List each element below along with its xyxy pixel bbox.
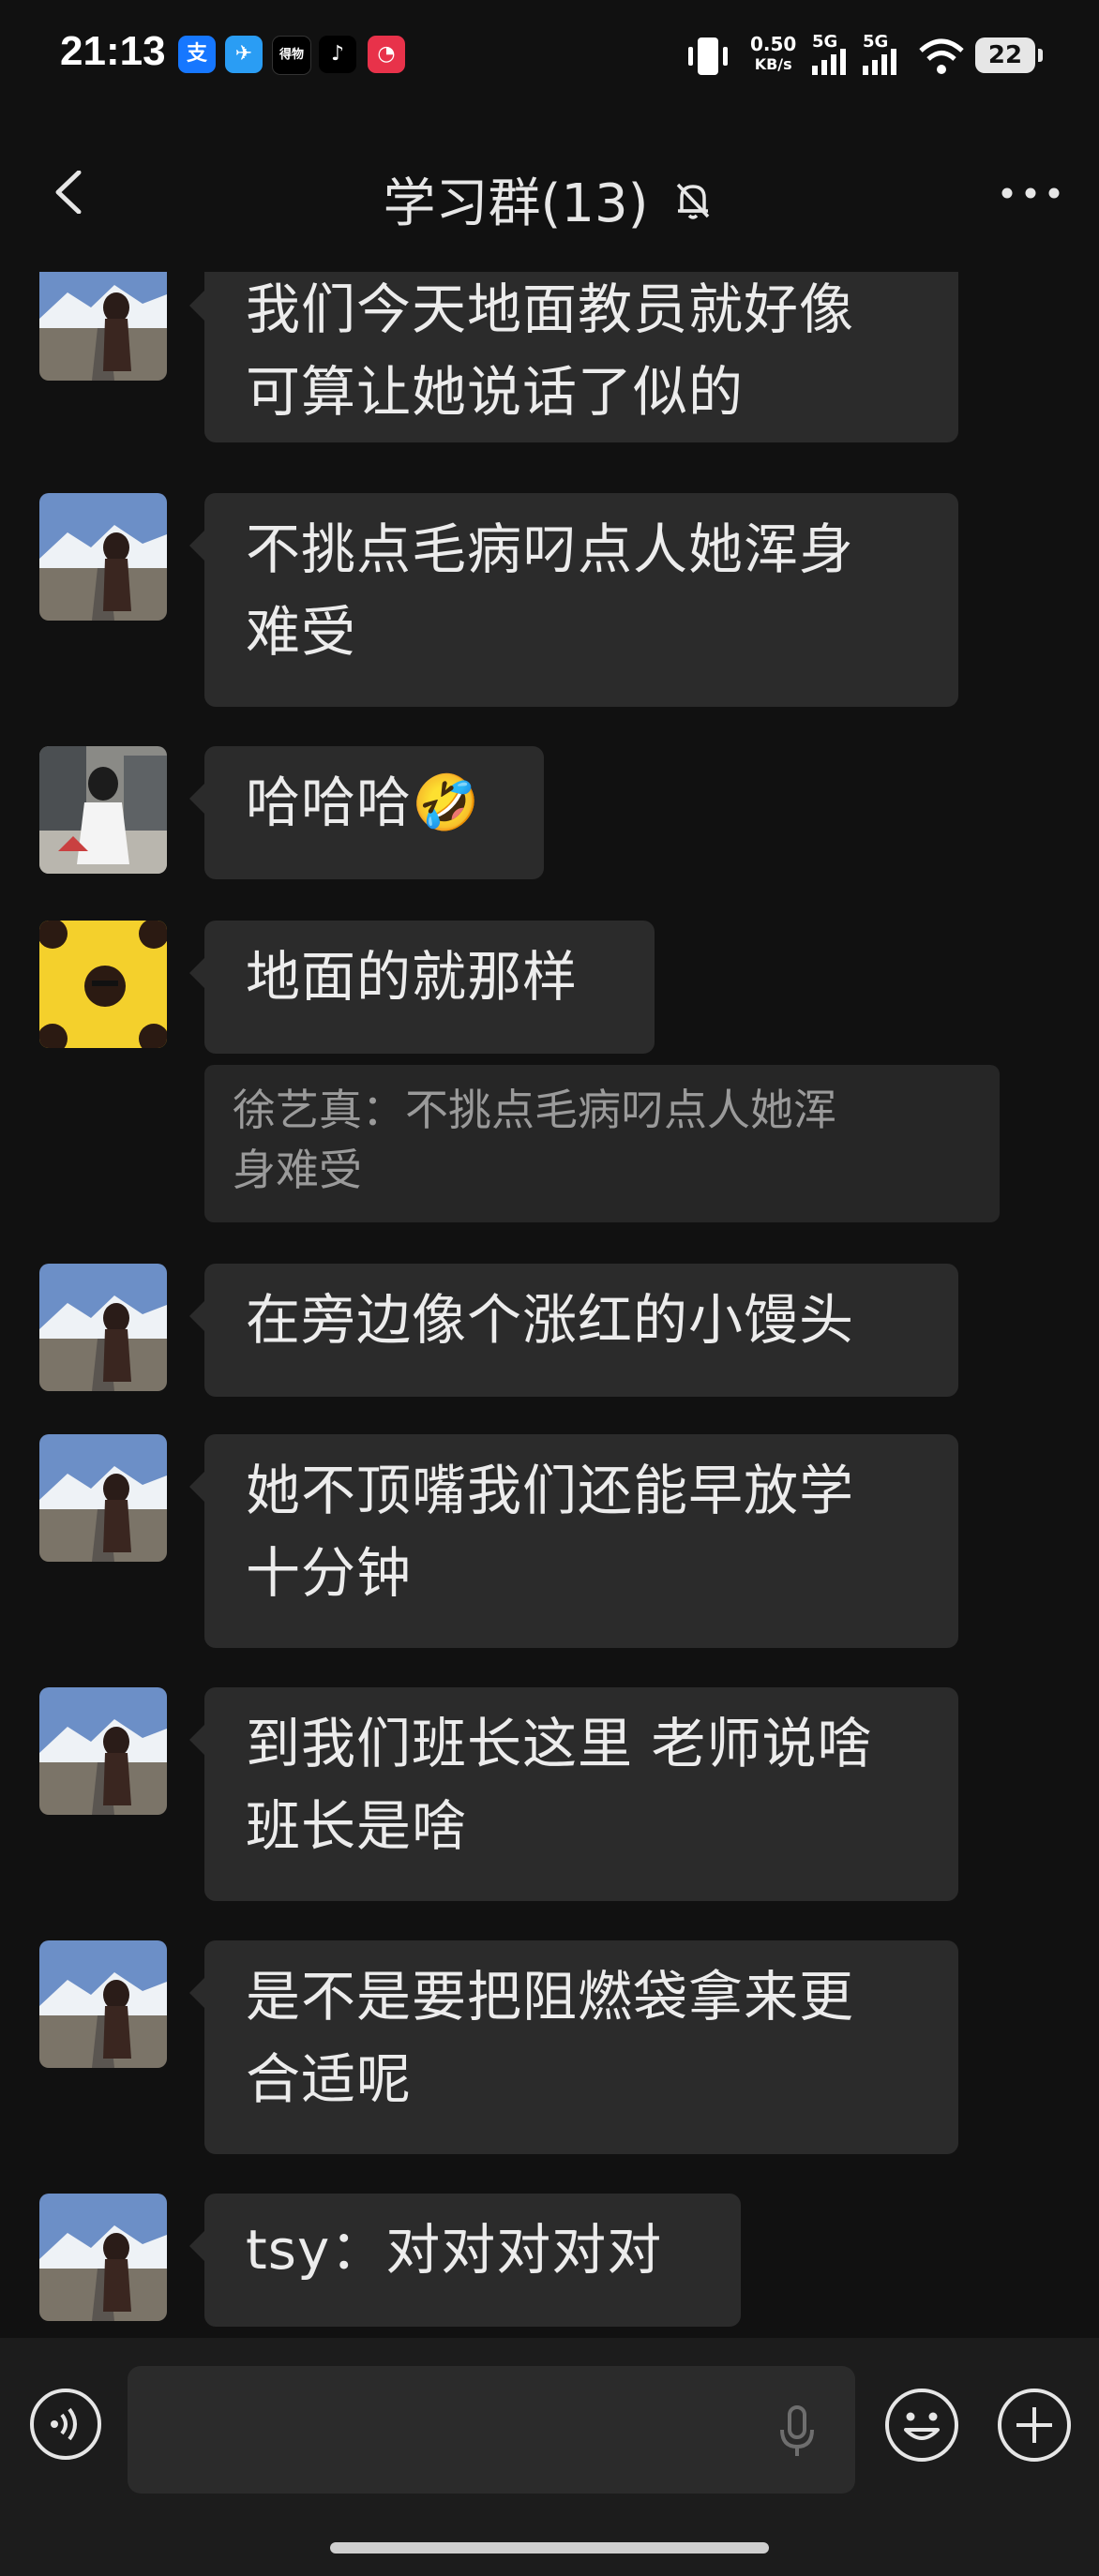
- emoji-icon[interactable]: [883, 2387, 960, 2464]
- message-bubble[interactable]: 到我们班长这里 老师说啥 班长是啥: [189, 1687, 958, 1901]
- avatar[interactable]: [39, 1687, 167, 1815]
- message-text-line: 在旁边像个涨红的小馒头: [246, 1288, 855, 1352]
- alipay-icon: 支: [178, 36, 216, 73]
- network-speed: 0.50 KB/s: [750, 34, 796, 75]
- signal-icon: [812, 49, 846, 75]
- message-text-line: 地面的就那样: [246, 945, 579, 1009]
- avatar[interactable]: [39, 2194, 167, 2321]
- message-text-line: 不挑点毛病叼点人她浑身: [246, 517, 855, 581]
- message-text-line: 十分钟: [246, 1541, 413, 1605]
- avatar[interactable]: [39, 1940, 167, 2068]
- avatar[interactable]: [39, 272, 167, 381]
- message-text-line: 哈哈哈🤣: [246, 771, 481, 834]
- message-text-line: 是不是要把阻燃袋拿来更: [246, 1965, 855, 2029]
- app-icon-red: ◔: [368, 36, 405, 73]
- home-indicator[interactable]: [330, 2542, 769, 2554]
- message-text-line: 我们今天地面教员就好像: [246, 277, 855, 341]
- message-text-line: 难受: [246, 600, 357, 664]
- avatar[interactable]: [39, 921, 167, 1048]
- tiktok-icon: ♪: [319, 36, 356, 73]
- status-bar: 21:13 支 ✈ 得物 ♪ ◔ 0.50 KB/s 5G 5G 22: [0, 0, 1099, 112]
- signal-icon-2: [863, 49, 896, 75]
- microphone-icon[interactable]: [776, 2405, 818, 2458]
- plus-icon[interactable]: [996, 2387, 1073, 2464]
- avatar[interactable]: [39, 1434, 167, 1562]
- quoted-reply[interactable]: 徐艺真：不挑点毛病叼点人她浑 身难受: [204, 1065, 1000, 1222]
- network-speed-value: 0.50: [750, 33, 797, 55]
- message-text-line: 班长是啥: [246, 1794, 468, 1858]
- message-text-line: tsy：对对对对对: [246, 2218, 663, 2282]
- avatar[interactable]: [39, 493, 167, 621]
- chat-title-row: 学习群(13): [0, 161, 1099, 237]
- status-time: 21:13: [60, 28, 166, 74]
- bird-app-icon: ✈: [225, 36, 263, 73]
- message-bubble[interactable]: 不挑点毛病叼点人她浑身 难受: [189, 493, 958, 707]
- message-list[interactable]: 我们今天地面教员就好像 可算让她说话了似的 不挑点毛病叼点人她浑身 难受 哈哈哈…: [0, 272, 1099, 2334]
- chat-title[interactable]: 学习群(13): [384, 161, 649, 237]
- message-text-line: 她不顶嘴我们还能早放学: [246, 1459, 855, 1522]
- message-bubble[interactable]: 她不顶嘴我们还能早放学 十分钟: [189, 1434, 958, 1648]
- bell-off-icon: [677, 183, 710, 219]
- message-input[interactable]: [128, 2366, 855, 2494]
- quote-text-line: 徐艺真：不挑点毛病叼点人她浑: [233, 1085, 836, 1135]
- avatar[interactable]: [39, 1264, 167, 1391]
- message-text-line: 合适呢: [246, 2047, 413, 2111]
- message-bubble[interactable]: 我们今天地面教员就好像 可算让她说话了似的: [189, 272, 958, 442]
- message-bubble[interactable]: tsy：对对对对对: [189, 2194, 741, 2327]
- input-bar: [0, 2338, 1099, 2576]
- message-text-line: 可算让她说话了似的: [246, 360, 745, 424]
- wifi-icon: [919, 38, 964, 74]
- message-bubble[interactable]: 在旁边像个涨红的小馒头: [189, 1264, 958, 1397]
- network-speed-unit: KB/s: [754, 55, 792, 73]
- avatar[interactable]: [39, 746, 167, 874]
- more-dots-icon[interactable]: [1000, 186, 1061, 201]
- message-bubble[interactable]: 是不是要把阻燃袋拿来更 合适呢: [189, 1940, 958, 2154]
- message-text-line: 到我们班长这里 老师说啥: [246, 1712, 873, 1775]
- chat-header: 学习群(13): [0, 112, 1099, 272]
- message-bubble[interactable]: 哈哈哈🤣: [189, 746, 544, 879]
- message-bubble[interactable]: 地面的就那样: [189, 921, 655, 1054]
- battery-indicator: 22: [975, 37, 1043, 73]
- quote-text-line: 身难受: [233, 1145, 362, 1195]
- voice-input-icon[interactable]: [28, 2387, 103, 2462]
- vibrate-icon: [688, 37, 728, 75]
- app-icon-black: 得物: [272, 36, 311, 75]
